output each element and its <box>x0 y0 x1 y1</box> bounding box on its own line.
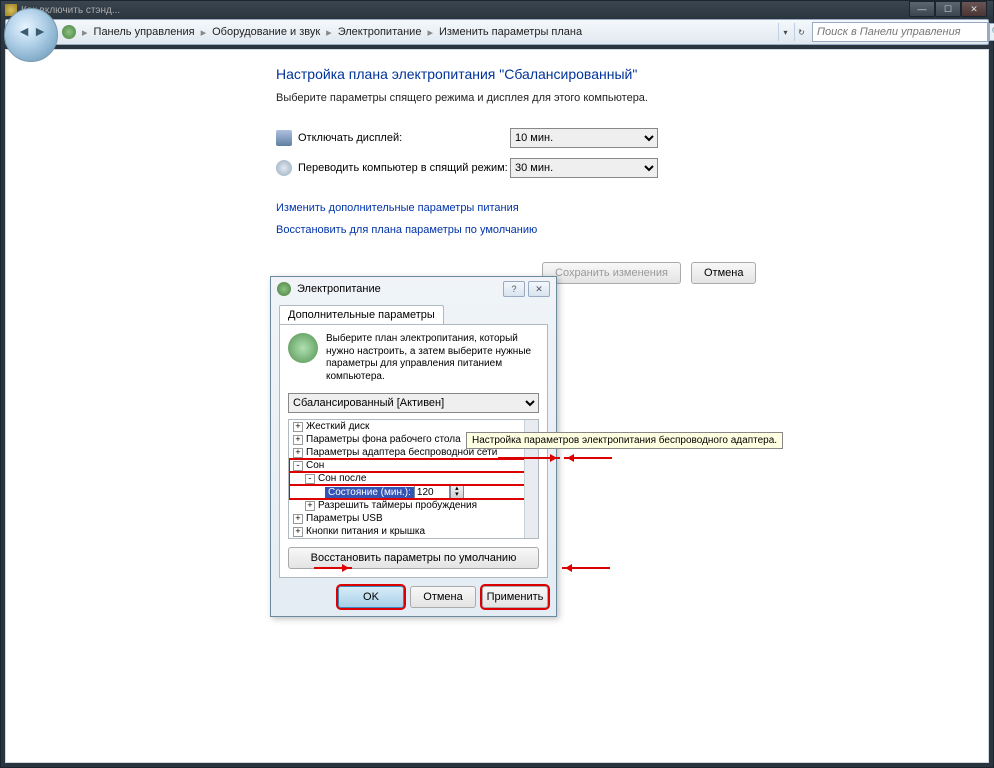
help-button[interactable]: ? <box>503 281 525 297</box>
tree-usb[interactable]: Параметры USB <box>306 513 383 524</box>
close-button[interactable]: ✕ <box>961 1 987 17</box>
cancel-button[interactable]: Отмена <box>691 262 756 284</box>
search-box: 🔍 <box>812 22 988 42</box>
red-arrow-icon <box>564 457 612 459</box>
ok-button[interactable]: OK <box>338 586 404 608</box>
tree-sleep-after[interactable]: Сон после <box>318 473 366 484</box>
restore-defaults-button[interactable]: Восстановить параметры по умолчанию <box>288 547 539 569</box>
dialog-titlebar: Электропитание ? ✕ <box>271 277 556 301</box>
save-button: Сохранить изменения <box>542 262 681 284</box>
breadcrumb-dropdown[interactable]: ▾ <box>778 23 792 41</box>
expand-icon[interactable]: + <box>293 514 303 524</box>
expand-icon[interactable]: + <box>293 422 303 432</box>
nav-forward-button[interactable]: ► <box>32 23 48 39</box>
breadcrumb: ▸ Панель управления ▸ Оборудование и зву… <box>62 25 778 39</box>
window-title: Как включить стэнд... <box>21 5 989 16</box>
breadcrumb-item[interactable]: Электропитание <box>338 26 422 38</box>
nav-back-button[interactable]: ◄ <box>16 23 32 39</box>
sleep-minutes-input[interactable] <box>414 485 450 499</box>
moon-icon <box>276 160 292 176</box>
display-off-row: Отключать дисплей: 10 мин. <box>276 128 988 148</box>
nav-toolbar: ◄ ► ▸ Панель управления ▸ Оборудование и… <box>5 19 989 45</box>
restore-defaults-link[interactable]: Восстановить для плана параметры по умол… <box>276 224 988 236</box>
dialog-blurb: Выберите план электропитания, который ну… <box>326 333 539 383</box>
sleep-label: Переводить компьютер в спящий режим: <box>298 162 510 174</box>
tree-power-buttons[interactable]: Кнопки питания и крышка <box>306 526 425 537</box>
chevron-right-icon: ▸ <box>326 26 332 39</box>
battery-icon <box>288 333 318 363</box>
page-title: Настройка плана электропитания "Сбаланси… <box>276 66 988 82</box>
chevron-right-icon: ▸ <box>201 26 207 39</box>
expand-icon[interactable]: + <box>305 501 315 511</box>
window-controls: — ☐ ✕ <box>909 1 987 17</box>
collapse-icon[interactable]: - <box>305 474 315 484</box>
spinner-control[interactable]: ▴▾ <box>450 485 464 499</box>
display-off-select[interactable]: 10 мин. <box>510 128 658 148</box>
refresh-button[interactable]: ↻ <box>794 23 808 41</box>
window-titlebar: Как включить стэнд... <box>1 1 993 19</box>
page-subtitle: Выберите параметры спящего режима и дисп… <box>276 92 988 104</box>
expand-icon[interactable]: + <box>293 527 303 537</box>
sleep-row: Переводить компьютер в спящий режим: 30 … <box>276 158 988 178</box>
plan-select[interactable]: Сбалансированный [Активен] <box>288 393 539 413</box>
breadcrumb-item[interactable]: Изменить параметры плана <box>439 26 582 38</box>
advanced-settings-link[interactable]: Изменить дополнительные параметры питани… <box>276 202 988 214</box>
sleep-select[interactable]: 30 мин. <box>510 158 658 178</box>
tooltip: Настройка параметров электропитания бесп… <box>466 432 783 449</box>
expand-icon[interactable]: + <box>293 448 303 458</box>
red-arrow-icon <box>562 567 610 569</box>
red-arrow-icon <box>498 457 560 459</box>
maximize-button[interactable]: ☐ <box>935 1 961 17</box>
display-off-label: Отключать дисплей: <box>298 132 510 144</box>
red-arrow-icon <box>314 567 352 569</box>
display-icon <box>276 130 292 146</box>
state-label: Состояние (мин.): <box>325 487 414 498</box>
apply-button[interactable]: Применить <box>482 586 548 608</box>
breadcrumb-item[interactable]: Оборудование и звук <box>212 26 320 38</box>
tree-desktop-bg[interactable]: Параметры фона рабочего стола <box>306 434 461 445</box>
control-panel-icon <box>62 25 76 39</box>
sleep-value-row: Состояние (мин.): ▴▾ <box>289 485 538 499</box>
tab-panel: Выберите план электропитания, который ну… <box>279 324 548 578</box>
search-icon[interactable]: 🔍 <box>989 23 994 41</box>
dialog-cancel-button[interactable]: Отмена <box>410 586 476 608</box>
dialog-title: Электропитание <box>297 283 500 295</box>
tree-allow-wake[interactable]: Разрешить таймеры пробуждения <box>318 500 477 511</box>
dialog-close-button[interactable]: ✕ <box>528 281 550 297</box>
chevron-right-icon: ▸ <box>427 26 433 39</box>
expand-icon[interactable]: + <box>293 435 303 445</box>
tree-hdd[interactable]: Жесткий диск <box>306 421 369 432</box>
search-input[interactable] <box>817 26 983 38</box>
minimize-button[interactable]: — <box>909 1 935 17</box>
breadcrumb-item[interactable]: Панель управления <box>94 26 195 38</box>
chevron-right-icon: ▸ <box>82 26 88 39</box>
collapse-icon[interactable]: - <box>293 461 303 471</box>
power-icon <box>277 282 291 296</box>
tab-advanced[interactable]: Дополнительные параметры <box>279 305 444 324</box>
tree-sleep[interactable]: Сон <box>306 460 324 471</box>
